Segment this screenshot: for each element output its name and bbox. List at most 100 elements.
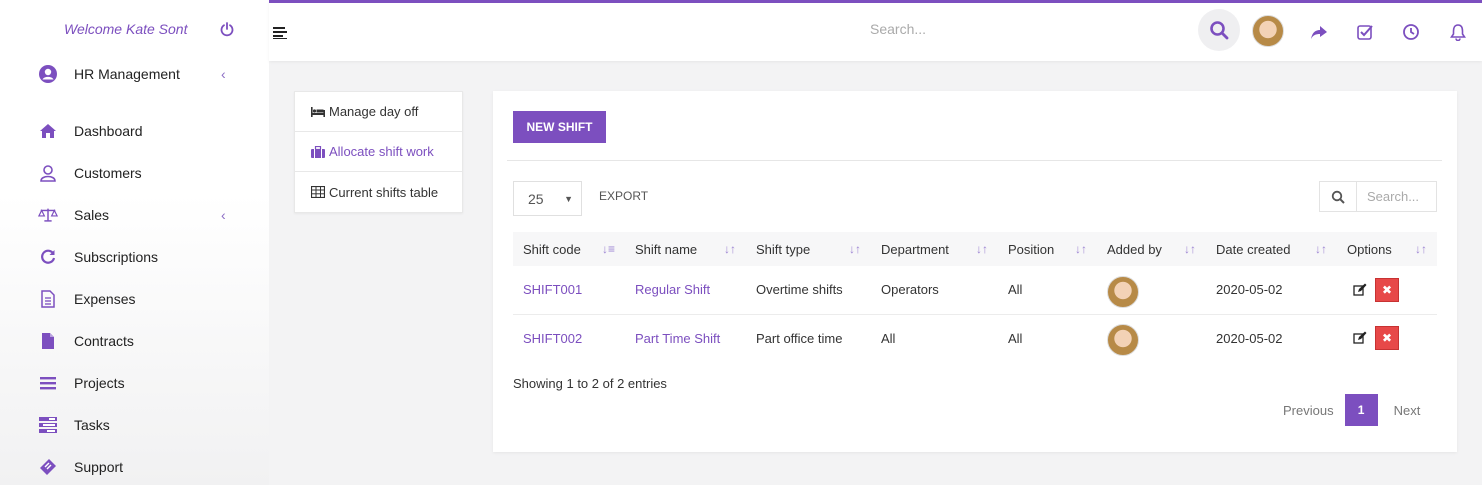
power-icon[interactable] [219, 21, 235, 37]
table-row: SHIFT002 Part Time Shift Part office tim… [513, 314, 1437, 362]
sidebar-item-label: Support [74, 459, 124, 475]
column-header-shift-type[interactable]: Shift type ↓↑ [746, 232, 871, 266]
refresh-icon [38, 247, 58, 267]
edit-icon[interactable] [1353, 283, 1367, 297]
search-button[interactable] [1198, 9, 1240, 51]
tab-label: Allocate shift work [329, 144, 434, 159]
sidebar-item-customers[interactable]: Customers [0, 158, 269, 188]
clock-icon[interactable] [1402, 23, 1420, 41]
avatar[interactable] [1107, 275, 1139, 308]
table-header-row: Shift code ↓≡ Shift name ↓↑ Shift type ↓↑ D… [513, 232, 1437, 266]
position-cell: All [1008, 330, 1023, 346]
department-cell: All [881, 330, 896, 346]
shift-name-link[interactable]: Regular Shift [625, 266, 746, 315]
sidebar-item-label: Contracts [74, 333, 134, 349]
page-1-button[interactable]: 1 [1344, 394, 1378, 426]
column-header-options[interactable]: Options ↓↑ [1337, 232, 1437, 266]
welcome-text: Welcome Kate Sont [64, 21, 188, 37]
hamburger-menu-icon[interactable] [273, 27, 287, 39]
sidebar-item-label: Customers [74, 165, 142, 181]
user-avatar[interactable] [1252, 15, 1284, 47]
caret-down-icon: ▼ [564, 193, 573, 204]
tab-manage-day-off[interactable]: Manage day off [295, 92, 462, 132]
column-header-shift-code[interactable]: Shift code ↓≡ [513, 232, 625, 266]
search-icon [1210, 21, 1229, 40]
bell-icon[interactable] [1449, 23, 1467, 41]
sort-icon: ↓↑ [1184, 242, 1196, 256]
sidebar-item-label: Sales [74, 207, 110, 223]
sidebar-item-label: Projects [74, 375, 125, 391]
shifts-table: Shift code ↓≡ Shift name ↓↑ Shift type ↓↑ D… [513, 232, 1437, 362]
avatar[interactable] [1107, 324, 1139, 357]
sidebar-item-label: Dashboard [74, 123, 143, 139]
sidebar-item-projects[interactable]: Projects [0, 368, 269, 398]
sort-icon: ↓↑ [849, 242, 861, 256]
column-header-shift-name[interactable]: Shift name ↓↑ [625, 232, 746, 266]
sidebar-item-contracts[interactable]: Contracts [0, 326, 269, 356]
delete-button[interactable]: ✖ [1375, 277, 1399, 302]
edit-icon[interactable] [1353, 331, 1367, 345]
shift-code-link[interactable]: SHIFT002 [513, 314, 625, 362]
entries-info: Showing 1 to 2 of 2 entries [513, 376, 667, 391]
sidebar-item-hr-management[interactable]: HR Management ‹ [0, 59, 269, 89]
options-cell: ✖ [1337, 314, 1437, 362]
shift-code-link[interactable]: SHIFT001 [513, 266, 625, 315]
sidebar-item-label: HR Management [74, 66, 180, 82]
position-cell: All [998, 266, 1097, 315]
share-icon[interactable] [1310, 23, 1328, 41]
shift-type-cell: Part office time [756, 330, 843, 346]
tab-label: Current shifts table [329, 184, 439, 200]
table-row: SHIFT001 Regular Shift Overtime shifts O… [513, 266, 1437, 315]
user-icon [38, 163, 58, 183]
page-size-value: 25 [528, 190, 544, 207]
checkbox-icon[interactable] [1356, 23, 1374, 41]
table-search-input[interactable] [1357, 182, 1435, 211]
delete-button[interactable]: ✖ [1375, 326, 1399, 351]
balance-scale-icon [38, 205, 58, 225]
sidebar-item-sales[interactable]: Sales ‹ [0, 200, 269, 230]
page-size-select[interactable]: 25 ▼ [513, 181, 582, 216]
global-search-input[interactable] [870, 21, 1170, 37]
export-button[interactable]: EXPORT [599, 189, 648, 203]
column-header-department[interactable]: Department ↓↑ [871, 232, 998, 266]
table-icon [311, 186, 325, 198]
chevron-left-icon: ‹ [221, 66, 226, 82]
tab-current-shifts-table[interactable]: Current shifts table [295, 172, 462, 212]
date-created-cell: 2020-05-02 [1216, 330, 1283, 346]
shift-card: NEW SHIFT 25 ▼ EXPORT Shift code↓≡ Shift… [493, 91, 1457, 452]
column-header-position[interactable]: Position ↓↑ [998, 232, 1097, 266]
options-cell: ✖ [1337, 266, 1437, 315]
sort-icon: ↓↑ [1075, 242, 1087, 256]
shift-name-link[interactable]: Part Time Shift [625, 314, 746, 362]
column-header-date-created[interactable]: Date created ↓↑ [1206, 232, 1337, 266]
table-search [1319, 181, 1437, 212]
tab-allocate-shift-work[interactable]: Allocate shift work [295, 132, 462, 172]
department-cell: Operators [871, 266, 998, 315]
close-icon: ✖ [1381, 331, 1393, 346]
sidebar-item-subscriptions[interactable]: Subscriptions [0, 242, 269, 272]
new-shift-button[interactable]: NEW SHIFT [513, 111, 606, 143]
briefcase-icon [311, 145, 325, 158]
shift-type-cell: Overtime shifts [746, 266, 871, 315]
sidebar-item-label: Tasks [74, 417, 110, 433]
sidebar-item-tasks[interactable]: Tasks [0, 410, 269, 440]
pagination: Previous 1 Next [1283, 394, 1420, 426]
sort-icon: ↓↑ [1415, 242, 1427, 256]
sidebar-item-expenses[interactable]: Expenses [0, 284, 269, 314]
sort-icon: ↓↑ [976, 242, 988, 256]
user-circle-icon [38, 64, 58, 84]
home-icon [38, 121, 58, 141]
sidebar-item-label: Expenses [74, 291, 136, 307]
sidebar-item-label: Subscriptions [74, 249, 159, 265]
date-created-cell: 2020-05-02 [1206, 266, 1337, 315]
bars-icon [38, 373, 58, 393]
divider [507, 160, 1442, 161]
sidebar-item-dashboard[interactable]: Dashboard [0, 116, 269, 146]
sidebar: Welcome Kate Sont HR Management ‹ Dashbo… [0, 0, 269, 485]
ticket-icon [38, 457, 58, 477]
sidebar-item-support[interactable]: Support [0, 452, 269, 482]
previous-page-button[interactable]: Previous [1283, 403, 1334, 418]
sort-icon: ↓↑ [1315, 242, 1327, 256]
column-header-added-by[interactable]: Added by ↓↑ [1097, 232, 1206, 266]
next-page-button[interactable]: Next [1394, 403, 1421, 418]
